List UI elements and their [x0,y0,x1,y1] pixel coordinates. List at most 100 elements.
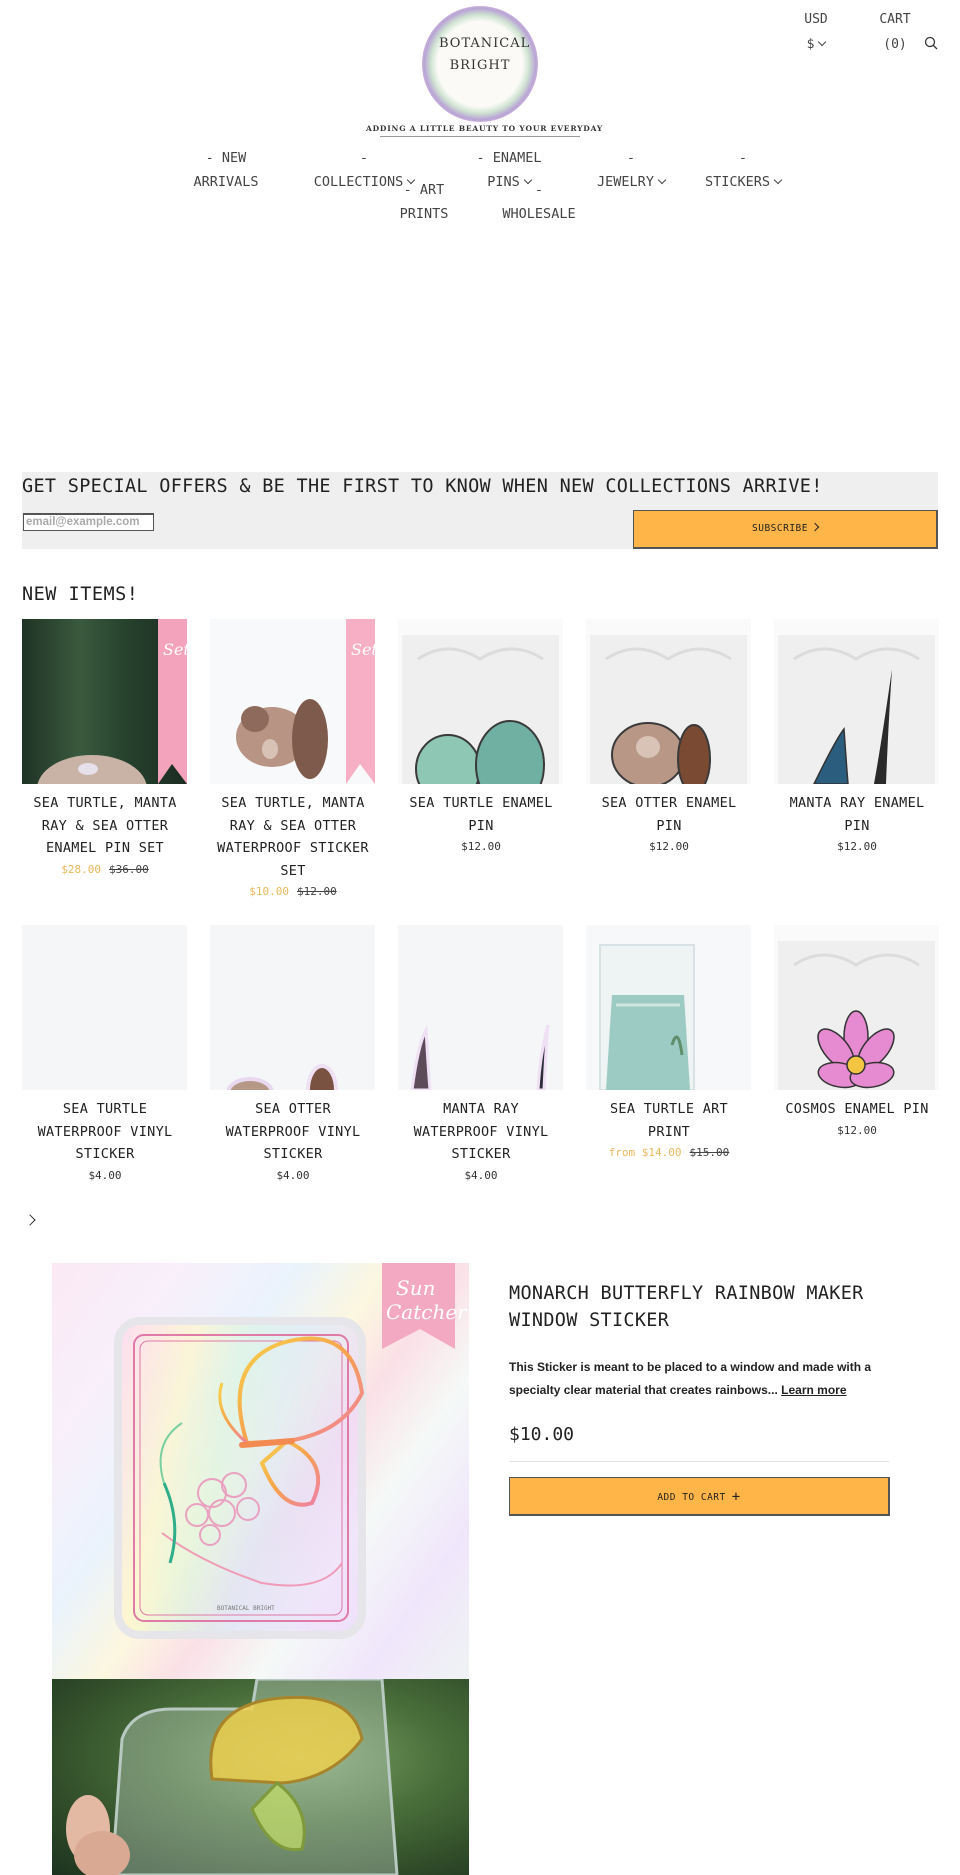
plus-icon: + [731,1489,741,1505]
chevron-right-icon [810,522,820,532]
cart-label: CART [879,12,911,27]
nav-collections-line1: - [359,150,369,166]
product-card[interactable]: SEA TURTLE ART PRINT from $14.00 $15.00 [586,925,752,1163]
price: $12.00 [837,840,877,853]
product-name[interactable]: MANTA RAY WATERPROOF VINYL STICKER [398,1098,564,1166]
sticker-brand-text: BOTANICAL BRIGHT [217,1605,275,1612]
product-name[interactable]: SEA TURTLE WATERPROOF VINYL STICKER [22,1098,188,1166]
product-image[interactable] [398,619,563,784]
nav-jewelry-line1: - [626,150,636,166]
nav-jewelry[interactable]: - JEWELRY [590,146,672,194]
add-to-cart-label: ADD TO CART [657,1492,726,1503]
divider [509,1461,889,1462]
product-card[interactable]: MANTA RAY ENAMEL PIN $12.00 [774,619,940,857]
product-name[interactable]: SEA TURTLE ENAMEL PIN [398,792,564,837]
price: $4.00 [88,1168,122,1182]
featured-product-photo[interactable] [52,1679,469,1875]
product-name[interactable]: SEA TURTLE ART PRINT [586,1098,752,1143]
cart-count: (0) [883,37,907,52]
nav-wholesale[interactable]: - WHOLESALE [496,178,582,226]
sale-price: $28.00 [61,862,101,876]
sale-price: $10.00 [249,885,289,898]
chevron-down-icon [818,37,827,47]
product-image[interactable] [210,925,375,1090]
compare-price: $15.00 [689,1146,730,1159]
product-image[interactable] [774,925,939,1090]
svg-text:Set: Set [351,640,375,659]
product-image[interactable]: Set [22,619,187,784]
product-name[interactable]: SEA OTTER WATERPROOF VINYL STICKER [210,1098,376,1166]
nav-collections-line2: COLLECTIONS [313,174,404,190]
price: $12.00 [837,1123,877,1137]
chevron-down-icon [657,175,667,185]
svg-text:Set: Set [163,640,187,659]
chevron-down-icon [773,175,783,185]
product-image[interactable]: Set [210,619,375,784]
search-icon[interactable] [924,36,938,50]
nav-art-line1: - ART [403,182,445,198]
featured-product-image[interactable]: Sun Catcher BOTANICAL BRIGHT [52,1263,469,1679]
logo-underline [380,136,580,137]
logo-text-botanical: BOTANICAL [439,36,531,51]
nav-enamel-line1: - ENAMEL [476,150,542,166]
cart-link[interactable]: CART (0) [870,12,920,52]
nav-stickers-line1: - [738,150,748,166]
price: $12.00 [461,840,501,853]
product-card[interactable]: MANTA RAY WATERPROOF VINYL STICKER $4.00 [398,925,564,1186]
currency-symbol: $ [806,37,815,52]
currency-code: USD [804,12,828,27]
product-card[interactable]: SEA OTTER WATERPROOF VINYL STICKER $4.00 [210,925,376,1186]
product-name[interactable]: MANTA RAY ENAMEL PIN [774,792,940,837]
product-name[interactable]: SEA TURTLE, MANTA RAY & SEA OTTER ENAMEL… [22,792,188,860]
nav-new-arrivals[interactable]: - NEW ARRIVALS [188,146,264,194]
compare-price: $12.00 [297,885,337,898]
site-logo[interactable]: BOTANICAL BRIGHT ADDING A LITTLE BEAUTY … [366,6,603,137]
add-to-cart-button[interactable]: ADD TO CART + [509,1477,890,1516]
price: $4.00 [464,1168,498,1182]
logo-text-bright: BRIGHT [449,58,511,73]
chevron-right-icon[interactable] [24,1214,36,1226]
nav-art-prints[interactable]: - ART PRINTS [392,178,456,226]
price: $12.00 [649,840,689,853]
currency-selector[interactable]: USD $ [796,12,836,52]
featured-product-description: This Sticker is meant to be placed to a … [509,1356,899,1402]
featured-product-price: $10.00 [509,1424,575,1445]
email-input[interactable]: email@example.com [23,513,154,531]
product-card[interactable]: SEA TURTLE ENAMEL PIN $12.00 [398,619,564,857]
nav-stickers-line2: STICKERS [704,174,771,190]
product-card[interactable]: Set SEA TURTLE, MANTA RAY & SEA OTTER WA… [210,619,376,902]
featured-product-title[interactable]: MONARCH BUTTERFLY RAINBOW MAKER WINDOW S… [509,1280,889,1334]
sun-catcher-badge-line2: Catcher [386,1300,468,1324]
product-name[interactable]: COSMOS ENAMEL PIN [774,1098,940,1121]
product-card[interactable]: Set SEA TURTLE, MANTA RAY & SEA OTTER EN… [22,619,188,880]
product-name[interactable]: SEA TURTLE, MANTA RAY & SEA OTTER WATERP… [210,792,376,882]
product-image[interactable] [398,925,563,1090]
nav-wholesale-line2: WHOLESALE [502,206,576,222]
product-image[interactable] [774,619,939,784]
newsletter-heading: GET SPECIAL OFFERS & BE THE FIRST TO KNO… [22,476,823,497]
product-image[interactable] [586,619,751,784]
new-items-title: NEW ITEMS! [22,584,139,605]
logo-floral-wreath: BOTANICAL BRIGHT [422,6,538,122]
nav-wholesale-line1: - [534,182,544,198]
nav-jewelry-line2: JEWELRY [597,174,654,190]
product-card[interactable]: COSMOS ENAMEL PIN $12.00 [774,925,940,1141]
nav-new-arrivals-line2: ARRIVALS [193,174,259,190]
newsletter-section: GET SPECIAL OFFERS & BE THE FIRST TO KNO… [22,472,938,549]
product-card[interactable]: SEA OTTER ENAMEL PIN $12.00 [586,619,752,857]
nav-new-arrivals-line1: - NEW [205,150,247,166]
logo-tagline: ADDING A LITTLE BEAUTY TO YOUR EVERYDAY [366,124,603,133]
product-card[interactable]: SEA TURTLE WATERPROOF VINYL STICKER $4.0… [22,925,188,1186]
learn-more-link[interactable]: Learn more [781,1383,846,1397]
price: $4.00 [276,1168,310,1182]
sun-catcher-badge-line1: Sun [396,1276,435,1300]
product-image[interactable] [22,925,187,1090]
sale-price: from $14.00 [608,1146,682,1159]
compare-price: $36.00 [109,862,149,876]
product-image[interactable] [586,925,751,1090]
subscribe-label: SUBSCRIBE [752,523,808,534]
subscribe-button[interactable]: SUBSCRIBE [633,510,938,549]
product-name[interactable]: SEA OTTER ENAMEL PIN [586,792,752,837]
nav-stickers[interactable]: - STICKERS [700,146,786,194]
nav-art-line2: PRINTS [399,206,449,222]
